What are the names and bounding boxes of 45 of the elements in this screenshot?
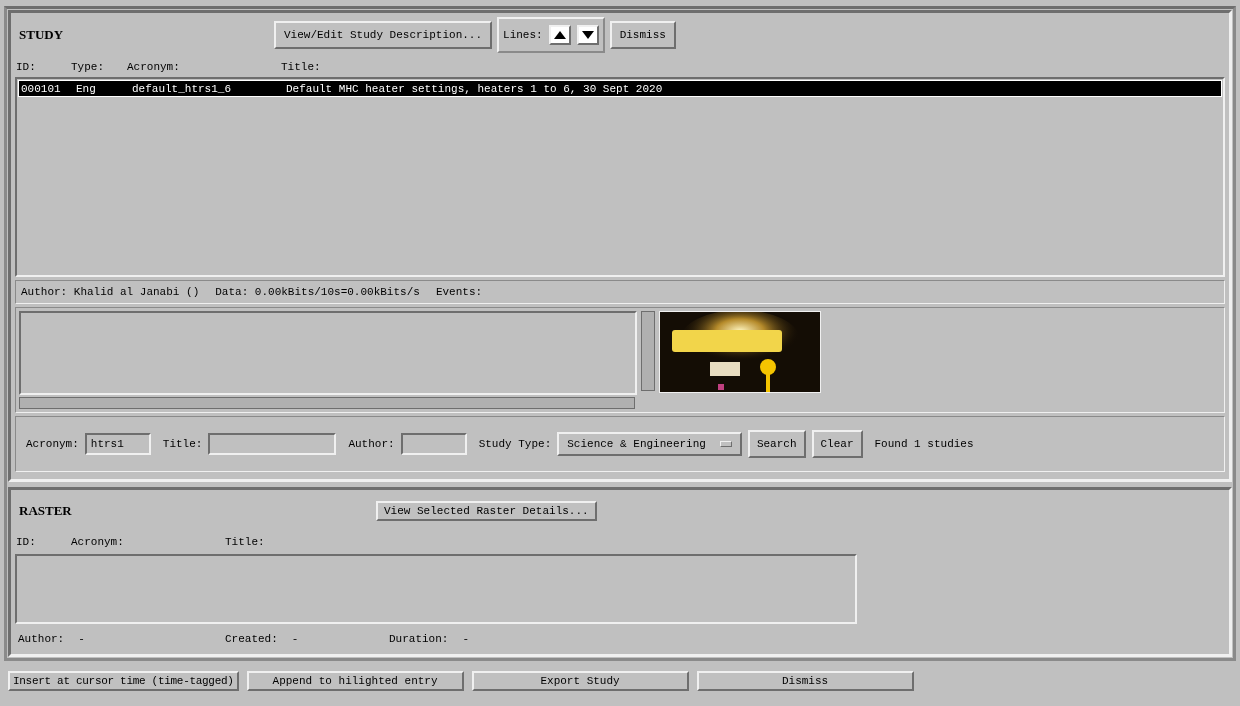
raster-details-button[interactable]: View Selected Raster Details...: [376, 501, 597, 521]
author-field[interactable]: [400, 433, 467, 455]
author-text: Author: Khalid al Janabi (): [21, 286, 200, 298]
field-value: -: [291, 633, 299, 645]
section-title: STUDY: [18, 27, 65, 43]
field-label: Duration:: [389, 633, 449, 645]
action-button[interactable]: Insert at cursor time (time-tagged): [8, 671, 239, 691]
action-button[interactable]: Export Study: [471, 671, 689, 691]
vertical-scrollbar[interactable]: [641, 311, 655, 391]
column-header: Type:: [71, 61, 105, 73]
study-row[interactable]: 000101 Eng default_htrs1_6 Default MHC heater settings, heaters 1 to 6, 30 Sept 2020: [18, 80, 1222, 97]
field-value: -: [78, 633, 85, 645]
study-type-label: Study Type:: [478, 438, 552, 450]
events-text: Events:: [435, 286, 483, 298]
search-button[interactable]: Search: [747, 430, 806, 458]
acronym-label: Acronym:: [26, 438, 79, 450]
down-arrow-button[interactable]: [576, 25, 599, 45]
column-header: Title:: [281, 61, 322, 73]
dismiss-button[interactable]: Dismiss: [609, 21, 676, 49]
title-label: Title:: [162, 438, 203, 450]
column-header: Title:: [225, 536, 266, 548]
description-text-area[interactable]: [19, 311, 637, 395]
author-label: Author:: [348, 438, 395, 450]
up-arrow-button[interactable]: [548, 25, 571, 45]
column-header: Acronym:: [71, 536, 125, 548]
view-description-button[interactable]: View/Edit Study Description...: [274, 21, 493, 49]
down-triangle-icon: [581, 31, 594, 39]
data-rate-text: Data: 0.00kBits/10s=0.00kBits/s: [215, 286, 420, 298]
status-text: Found 1 studies: [874, 438, 974, 450]
up-triangle-icon: [553, 31, 566, 39]
field-label: Author:: [18, 633, 65, 645]
title-field[interactable]: [208, 433, 337, 455]
field-label: Created:: [225, 633, 278, 645]
action-button[interactable]: Dismiss: [696, 671, 914, 691]
clear-button[interactable]: Clear: [811, 430, 863, 458]
study-type-dropdown[interactable]: Science & Engineering: [557, 432, 742, 456]
column-header: ID:: [16, 61, 37, 73]
column-header: ID:: [16, 536, 37, 548]
column-header: Acronym:: [127, 61, 181, 73]
section-title: RASTER: [18, 503, 73, 519]
lines-label: Lines:: [503, 29, 543, 41]
action-button[interactable]: Append to hilighted entry: [246, 671, 464, 691]
acronym-field[interactable]: htrs1: [84, 433, 151, 455]
horizontal-scrollbar[interactable]: [19, 397, 635, 409]
field-value: -: [462, 633, 470, 645]
